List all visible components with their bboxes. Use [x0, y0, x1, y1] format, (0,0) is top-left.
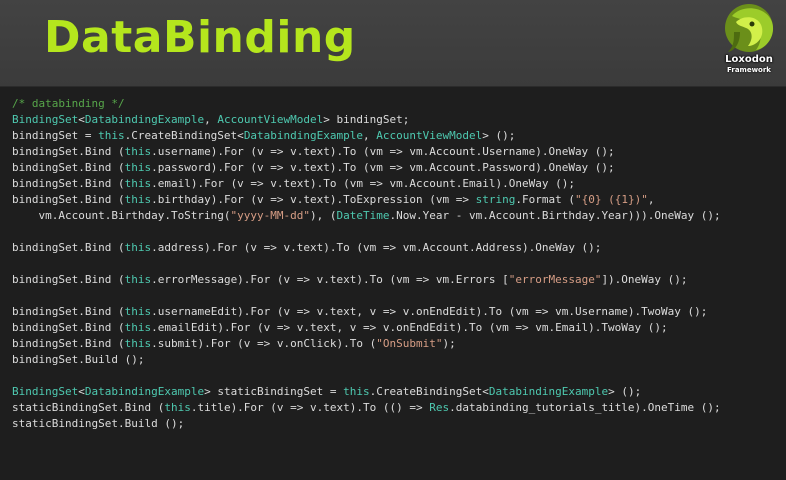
code-token: /* databinding */: [12, 97, 125, 110]
slide-header: DataBinding Loxodon Framework: [0, 0, 786, 87]
code-token: .Format (: [515, 193, 575, 206]
code-token: .CreateBindingSet<: [369, 385, 489, 398]
code-line: BindingSet<DatabindingExample, AccountVi…: [12, 112, 782, 128]
code-line: BindingSet<DatabindingExample> staticBin…: [12, 384, 782, 400]
code-token: ), (: [310, 209, 337, 222]
code-token: this: [124, 305, 152, 318]
code-token: .Now.Year - vm.Account.Birthday.Year))).…: [389, 209, 721, 222]
code-token: > staticBindingSet =: [204, 385, 344, 398]
code-line: bindingSet.Bind (this.errorMessage).For …: [12, 272, 782, 288]
code-token: this: [124, 145, 152, 158]
code-token: staticBindingSet.Build ();: [12, 417, 185, 430]
slide: DataBinding Loxodon Framework /* databin…: [0, 0, 786, 480]
code-token: .submit).For (v => v.onClick).To (: [151, 337, 377, 350]
code-token: DateTime: [336, 209, 390, 222]
code-token: ]).OneWay ();: [601, 273, 688, 286]
code-token: this: [124, 273, 152, 286]
code-token: this: [124, 177, 152, 190]
code-line: bindingSet.Bind (this.username).For (v =…: [12, 144, 782, 160]
code-token: .CreateBindingSet<: [124, 129, 244, 142]
code-line: bindingSet.Build ();: [12, 352, 782, 368]
logo-subtitle: Framework: [727, 66, 771, 74]
logo-name: Loxodon: [725, 54, 773, 65]
code-block: /* databinding */BindingSet<DatabindingE…: [12, 96, 782, 432]
code-token: .email).For (v => v.text).To (vm => vm.A…: [151, 177, 575, 190]
slide-title: DataBinding: [44, 12, 356, 63]
elephant-logo-icon: [725, 4, 774, 52]
code-token: );: [442, 337, 456, 350]
code-line: bindingSet.Bind (this.usernameEdit).For …: [12, 304, 782, 320]
code-token: AccountViewModel: [217, 113, 324, 126]
code-token: string: [475, 193, 516, 206]
code-token: <: [78, 385, 85, 398]
code-token: <: [78, 113, 85, 126]
code-token: bindingSet.Bind (: [12, 321, 125, 334]
code-token: this: [124, 241, 152, 254]
code-token: bindingSet =: [12, 129, 99, 142]
code-token: bindingSet.Bind (: [12, 337, 125, 350]
code-token: DatabindingExample: [488, 385, 609, 398]
code-token: staticBindingSet.Bind (: [12, 401, 165, 414]
code-token: > ();: [482, 129, 516, 142]
code-token: bindingSet.Bind (: [12, 273, 125, 286]
code-token: .emailEdit).For (v => v.text, v => v.onE…: [151, 321, 668, 334]
code-line: vm.Account.Birthday.ToString("yyyy-MM-dd…: [12, 208, 782, 224]
code-token: AccountViewModel: [376, 129, 483, 142]
code-token: "{0} ({1})": [574, 193, 648, 206]
code-token: .password).For (v => v.text).To (vm => v…: [151, 161, 615, 174]
code-token: this: [124, 337, 152, 350]
code-token: BindingSet: [12, 113, 79, 126]
code-token: DatabindingExample: [84, 385, 205, 398]
code-line: bindingSet.Bind (this.password).For (v =…: [12, 160, 782, 176]
code-token: "errorMessage": [508, 273, 602, 286]
code-token: .errorMessage).For (v => v.text).To (vm …: [151, 273, 509, 286]
code-token: this: [343, 385, 370, 398]
code-token: > bindingSet;: [323, 113, 410, 126]
code-line: bindingSet.Bind (this.email).For (v => v…: [12, 176, 782, 192]
code-line: staticBindingSet.Bind (this.title).For (…: [12, 400, 782, 416]
code-token: this: [164, 401, 191, 414]
code-token: bindingSet.Bind (: [12, 193, 125, 206]
code-token: .address).For (v => v.text).To (vm => vm…: [151, 241, 602, 254]
code-token: this: [98, 129, 125, 142]
code-token: DatabindingExample: [243, 129, 364, 142]
code-line: staticBindingSet.Build ();: [12, 416, 782, 432]
code-line: bindingSet.Bind (this.birthday).For (v =…: [12, 192, 782, 208]
code-token: .birthday).For (v => v.text).ToExpressio…: [151, 193, 476, 206]
code-token: .username).For (v => v.text).To (vm => v…: [151, 145, 615, 158]
code-token: "OnSubmit": [376, 337, 443, 350]
code-token: DatabindingExample: [84, 113, 205, 126]
code-token: .databinding_tutorials_title).OneTime ()…: [449, 401, 721, 414]
code-token: vm.Account.Birthday.ToString(: [12, 209, 231, 222]
code-token: Res: [429, 401, 450, 414]
code-token: "yyyy-MM-dd": [230, 209, 311, 222]
code-token: > ();: [608, 385, 642, 398]
code-token: bindingSet.Bind (: [12, 241, 125, 254]
code-line: bindingSet.Bind (this.address).For (v =>…: [12, 240, 782, 256]
code-token: .usernameEdit).For (v => v.text, v => v.…: [151, 305, 708, 318]
code-token: .title).For (v => v.text).To (() =>: [190, 401, 430, 414]
code-token: bindingSet.Bind (: [12, 161, 125, 174]
code-line: bindingSet.Bind (this.emailEdit).For (v …: [12, 320, 782, 336]
loxodon-logo: Loxodon Framework: [712, 0, 786, 86]
code-token: ,: [647, 193, 655, 206]
code-token: bindingSet.Build ();: [12, 353, 145, 366]
code-token: BindingSet: [12, 385, 79, 398]
code-token: bindingSet.Bind (: [12, 177, 125, 190]
code-token: ,: [204, 113, 218, 126]
code-token: bindingSet.Bind (: [12, 305, 125, 318]
code-line: bindingSet = this.CreateBindingSet<Datab…: [12, 128, 782, 144]
code-token: ,: [363, 129, 377, 142]
code-token: this: [124, 161, 152, 174]
code-line: bindingSet.Bind (this.submit).For (v => …: [12, 336, 782, 352]
code-token: this: [124, 193, 152, 206]
code-token: bindingSet.Bind (: [12, 145, 125, 158]
code-token: this: [124, 321, 152, 334]
code-line: /* databinding */: [12, 96, 782, 112]
